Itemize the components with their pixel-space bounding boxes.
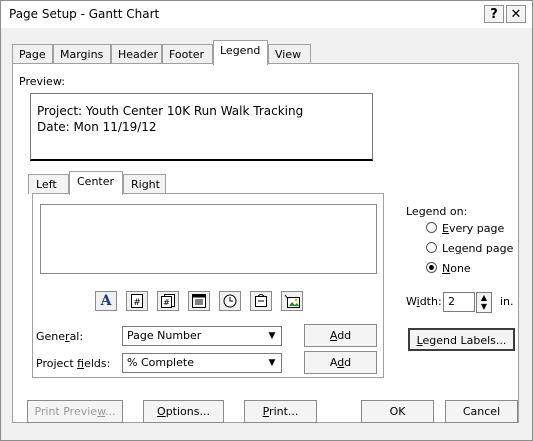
radio-none[interactable]: None — [426, 262, 471, 275]
radio-selected-icon — [426, 262, 437, 273]
radio-every-page[interactable]: Every page — [426, 222, 504, 235]
legend-tab-panel: Preview: Project: Youth Center 10K Run W… — [12, 63, 519, 423]
font-icon[interactable]: A — [95, 291, 117, 311]
project-fields-dropdown[interactable]: % Complete ▼ — [122, 353, 282, 373]
legend-on-label: Legend on: — [406, 205, 468, 218]
spin-down-icon[interactable]: ▼ — [477, 302, 491, 311]
page-number-icon[interactable]: # — [126, 291, 148, 311]
tab-left[interactable]: Left — [28, 174, 69, 194]
radio-icon — [426, 222, 437, 233]
svg-text:#: # — [133, 298, 141, 308]
preview-box: Project: Youth Center 10K Run Walk Track… — [30, 93, 373, 161]
legend-text-group: A # # General: Page Number ▼ Add Project… — [32, 193, 384, 378]
date-icon[interactable] — [188, 291, 210, 311]
svg-text:#: # — [163, 298, 170, 307]
page-setup-dialog: Page Setup - Gantt Chart ? ✕ Page Margin… — [0, 0, 533, 441]
width-value: 2 — [448, 295, 455, 308]
close-button[interactable]: ✕ — [506, 5, 526, 23]
help-button[interactable]: ? — [484, 5, 504, 23]
print-button[interactable]: Print... — [244, 400, 317, 423]
total-pages-icon[interactable]: # — [157, 291, 179, 311]
tab-margins[interactable]: Margins — [53, 44, 111, 64]
width-spinner[interactable]: ▲ ▼ — [476, 292, 492, 313]
file-name-icon[interactable] — [250, 291, 272, 311]
picture-icon[interactable] — [281, 291, 303, 311]
width-input[interactable]: 2 — [443, 292, 475, 312]
tab-footer[interactable]: Footer — [162, 44, 213, 64]
spin-up-icon[interactable]: ▲ — [477, 293, 491, 302]
radio-icon — [426, 242, 437, 253]
print-preview-button[interactable]: Print Preview... — [27, 400, 123, 423]
options-button[interactable]: Options... — [143, 400, 224, 423]
preview-date-line: Date: Mon 11/19/12 — [37, 120, 157, 134]
project-fields-add-button[interactable]: Add — [304, 351, 377, 374]
title-bar: Page Setup - Gantt Chart ? ✕ — [1, 1, 532, 28]
width-unit: in. — [500, 295, 514, 308]
tab-header[interactable]: Header — [111, 44, 162, 64]
radio-legend-page[interactable]: Legend page — [426, 242, 513, 255]
dialog-title: Page Setup - Gantt Chart — [9, 7, 160, 21]
tab-page[interactable]: Page — [12, 44, 53, 64]
tab-center[interactable]: Center — [69, 171, 123, 195]
time-icon[interactable] — [219, 291, 241, 311]
tab-view[interactable]: View — [268, 44, 311, 64]
width-label: Width: — [406, 295, 442, 308]
project-fields-label: Project fields: — [36, 357, 111, 370]
tab-right[interactable]: Right — [123, 174, 166, 194]
general-value: Page Number — [127, 329, 202, 342]
tab-legend[interactable]: Legend — [213, 40, 268, 65]
project-fields-value: % Complete — [127, 356, 194, 369]
general-dropdown[interactable]: Page Number ▼ — [122, 326, 282, 346]
general-label: General: — [36, 330, 84, 343]
ok-button[interactable]: OK — [361, 400, 434, 423]
preview-project-line: Project: Youth Center 10K Run Walk Track… — [37, 104, 304, 118]
legend-text-area[interactable] — [40, 204, 377, 274]
chevron-down-icon: ▼ — [268, 331, 276, 341]
cancel-button[interactable]: Cancel — [445, 400, 518, 423]
preview-label: Preview: — [19, 75, 65, 88]
legend-labels-button[interactable]: Legend Labels... — [408, 328, 515, 351]
chevron-down-icon: ▼ — [268, 358, 276, 368]
general-add-button[interactable]: Add — [304, 324, 377, 347]
